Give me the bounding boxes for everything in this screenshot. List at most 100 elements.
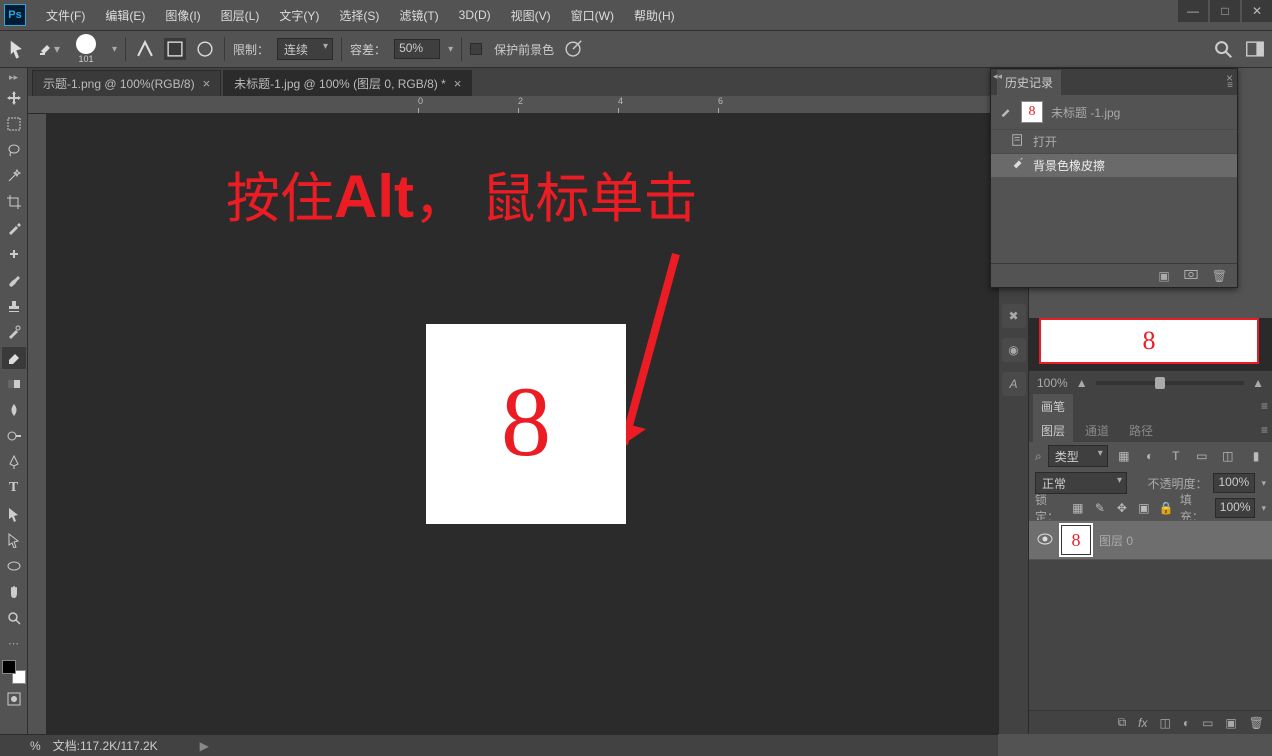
panel-menu-icon[interactable]: ≡ (1261, 423, 1268, 437)
menu-text[interactable]: 文字(Y) (269, 1, 329, 30)
window-close[interactable]: ✕ (1242, 0, 1272, 22)
filter-type-icon[interactable]: T (1166, 446, 1186, 466)
layer-filter-select[interactable]: 类型 (1048, 445, 1108, 467)
sample-bg-icon[interactable] (194, 38, 216, 60)
close-icon[interactable]: × (203, 76, 211, 91)
eraser-tool[interactable] (2, 347, 26, 369)
tab-layers[interactable]: 图层 (1033, 418, 1073, 443)
filter-shape-icon[interactable]: ▭ (1192, 446, 1212, 466)
filter-smart-icon[interactable]: ◫ (1218, 446, 1238, 466)
character-icon[interactable]: A (1002, 372, 1026, 396)
dodge-tool[interactable] (2, 425, 26, 447)
lock-move-icon[interactable]: ✥ (1114, 498, 1130, 518)
trash-icon[interactable]: 🗑 (1212, 269, 1227, 283)
tolerance-input[interactable]: 50% (394, 39, 440, 59)
history-document-row[interactable]: 8 未标题 -1.jpg (991, 95, 1237, 129)
document-tab[interactable]: 示题-1.png @ 100%(RGB/8) × (32, 70, 221, 96)
wand-tool[interactable] (2, 165, 26, 187)
layer-style-icon[interactable]: fx (1138, 716, 1147, 730)
opacity-input[interactable]: 100% (1213, 473, 1255, 493)
lock-brush-icon[interactable]: ✎ (1092, 498, 1108, 518)
shape-tool[interactable] (2, 555, 26, 577)
adjustment-layer-icon[interactable]: ◐ (1183, 716, 1190, 730)
sample-continuous-icon[interactable] (134, 38, 156, 60)
menu-layer[interactable]: 图层(L) (211, 1, 270, 30)
blend-mode-select[interactable]: 正常 (1035, 472, 1127, 494)
canvas[interactable]: 8 (426, 324, 626, 524)
document-tab[interactable]: 未标题-1.jpg @ 100% (图层 0, RGB/8) * × (223, 70, 472, 96)
filter-adjust-icon[interactable]: ◐ (1140, 446, 1160, 466)
blur-tool[interactable] (2, 399, 26, 421)
history-brush-source-icon[interactable] (999, 104, 1013, 121)
layer-row[interactable]: 8 图层 0 (1029, 520, 1272, 560)
brush-tool[interactable] (2, 269, 26, 291)
eyedropper-tool[interactable] (2, 217, 26, 239)
trash-icon[interactable]: 🗑 (1249, 716, 1264, 730)
snapshot-icon[interactable] (1184, 268, 1198, 283)
menu-window[interactable]: 窗口(W) (561, 1, 624, 30)
create-doc-icon[interactable]: ▣ (1158, 269, 1169, 283)
fill-input[interactable]: 100% (1215, 498, 1256, 518)
zoom-tool[interactable] (2, 607, 26, 629)
limit-select[interactable]: 连续 (277, 38, 333, 60)
brush-preview[interactable]: 101 (68, 31, 104, 67)
history-tab[interactable]: 历史记录 (997, 70, 1061, 95)
lock-artboard-icon[interactable]: ▣ (1136, 498, 1152, 518)
chevron-down-icon[interactable]: ▾ (112, 44, 117, 55)
chevron-down-icon[interactable]: ▾ (1261, 503, 1266, 514)
navigator-zoom-value[interactable]: 100% (1037, 376, 1068, 390)
group-icon[interactable]: ▭ (1202, 716, 1213, 730)
layer-visibility-icon[interactable] (1037, 533, 1053, 548)
layer-thumbnail[interactable]: 8 (1061, 525, 1091, 555)
chevron-down-icon[interactable]: ▾ (1261, 478, 1266, 489)
menu-view[interactable]: 视图(V) (501, 1, 561, 30)
properties-icon[interactable]: ✖ (1002, 304, 1026, 328)
stamp-tool[interactable] (2, 295, 26, 317)
navigator-thumb[interactable]: 8 (1029, 318, 1272, 370)
status-doc-size[interactable]: 文档:117.2K/117.2K (53, 737, 158, 754)
direct-select-tool[interactable] (2, 529, 26, 551)
selected-tool-icon[interactable] (8, 38, 30, 60)
workspace-icon[interactable] (1244, 38, 1266, 60)
layer-name[interactable]: 图层 0 (1099, 532, 1133, 549)
layer-mask-icon[interactable]: ◫ (1159, 716, 1170, 730)
link-layers-icon[interactable]: ⧉ (1118, 715, 1127, 730)
lock-pixels-icon[interactable]: ▦ (1070, 498, 1086, 518)
close-icon[interactable]: × (1226, 71, 1233, 85)
zoom-in-icon[interactable]: ▲ (1252, 376, 1264, 390)
toolbox-more-icon[interactable]: ⋯ (8, 637, 19, 650)
foreground-color-swatch[interactable] (2, 660, 16, 674)
hand-tool[interactable] (2, 581, 26, 603)
menu-3d[interactable]: 3D(D) (449, 2, 501, 28)
menu-select[interactable]: 选择(S) (329, 1, 389, 30)
close-icon[interactable]: × (454, 76, 462, 91)
history-panel-head[interactable]: ◂◂ 历史记录 ≡ × (991, 69, 1237, 95)
search-icon[interactable] (1212, 38, 1234, 60)
protect-fg-checkbox[interactable] (470, 43, 482, 55)
status-zoom[interactable]: % (30, 739, 41, 753)
history-step[interactable]: 背景色橡皮擦 (991, 153, 1237, 177)
search-icon[interactable]: ⌕ (1035, 449, 1042, 464)
new-layer-icon[interactable]: ▣ (1225, 716, 1236, 730)
crop-tool[interactable] (2, 191, 26, 213)
bg-eraser-tool-icon[interactable]: ▾ (38, 38, 60, 60)
type-tool[interactable]: T (2, 477, 26, 499)
tab-channels[interactable]: 通道 (1077, 418, 1117, 443)
zoom-out-icon[interactable]: ▲ (1076, 376, 1088, 390)
sample-once-icon[interactable] (164, 38, 186, 60)
status-flyout-icon[interactable]: ▶ (200, 739, 209, 753)
menu-help[interactable]: 帮助(H) (624, 1, 685, 30)
pen-tool[interactable] (2, 451, 26, 473)
brush-tab[interactable]: 画笔 (1033, 394, 1073, 419)
color-swatches[interactable] (2, 660, 26, 684)
path-select-tool[interactable] (2, 503, 26, 525)
menu-edit[interactable]: 编辑(E) (95, 1, 155, 30)
collapse-icon[interactable]: ◂◂ (993, 71, 1002, 82)
filter-toggle[interactable]: ▮ (1246, 446, 1266, 466)
pressure-icon[interactable] (562, 38, 584, 60)
horizontal-ruler[interactable]: 0 2 4 6 (28, 96, 1028, 114)
menu-image[interactable]: 图像(I) (155, 1, 210, 30)
history-brush-tool[interactable] (2, 321, 26, 343)
window-minimize[interactable]: — (1178, 0, 1208, 22)
menu-file[interactable]: 文件(F) (36, 1, 95, 30)
